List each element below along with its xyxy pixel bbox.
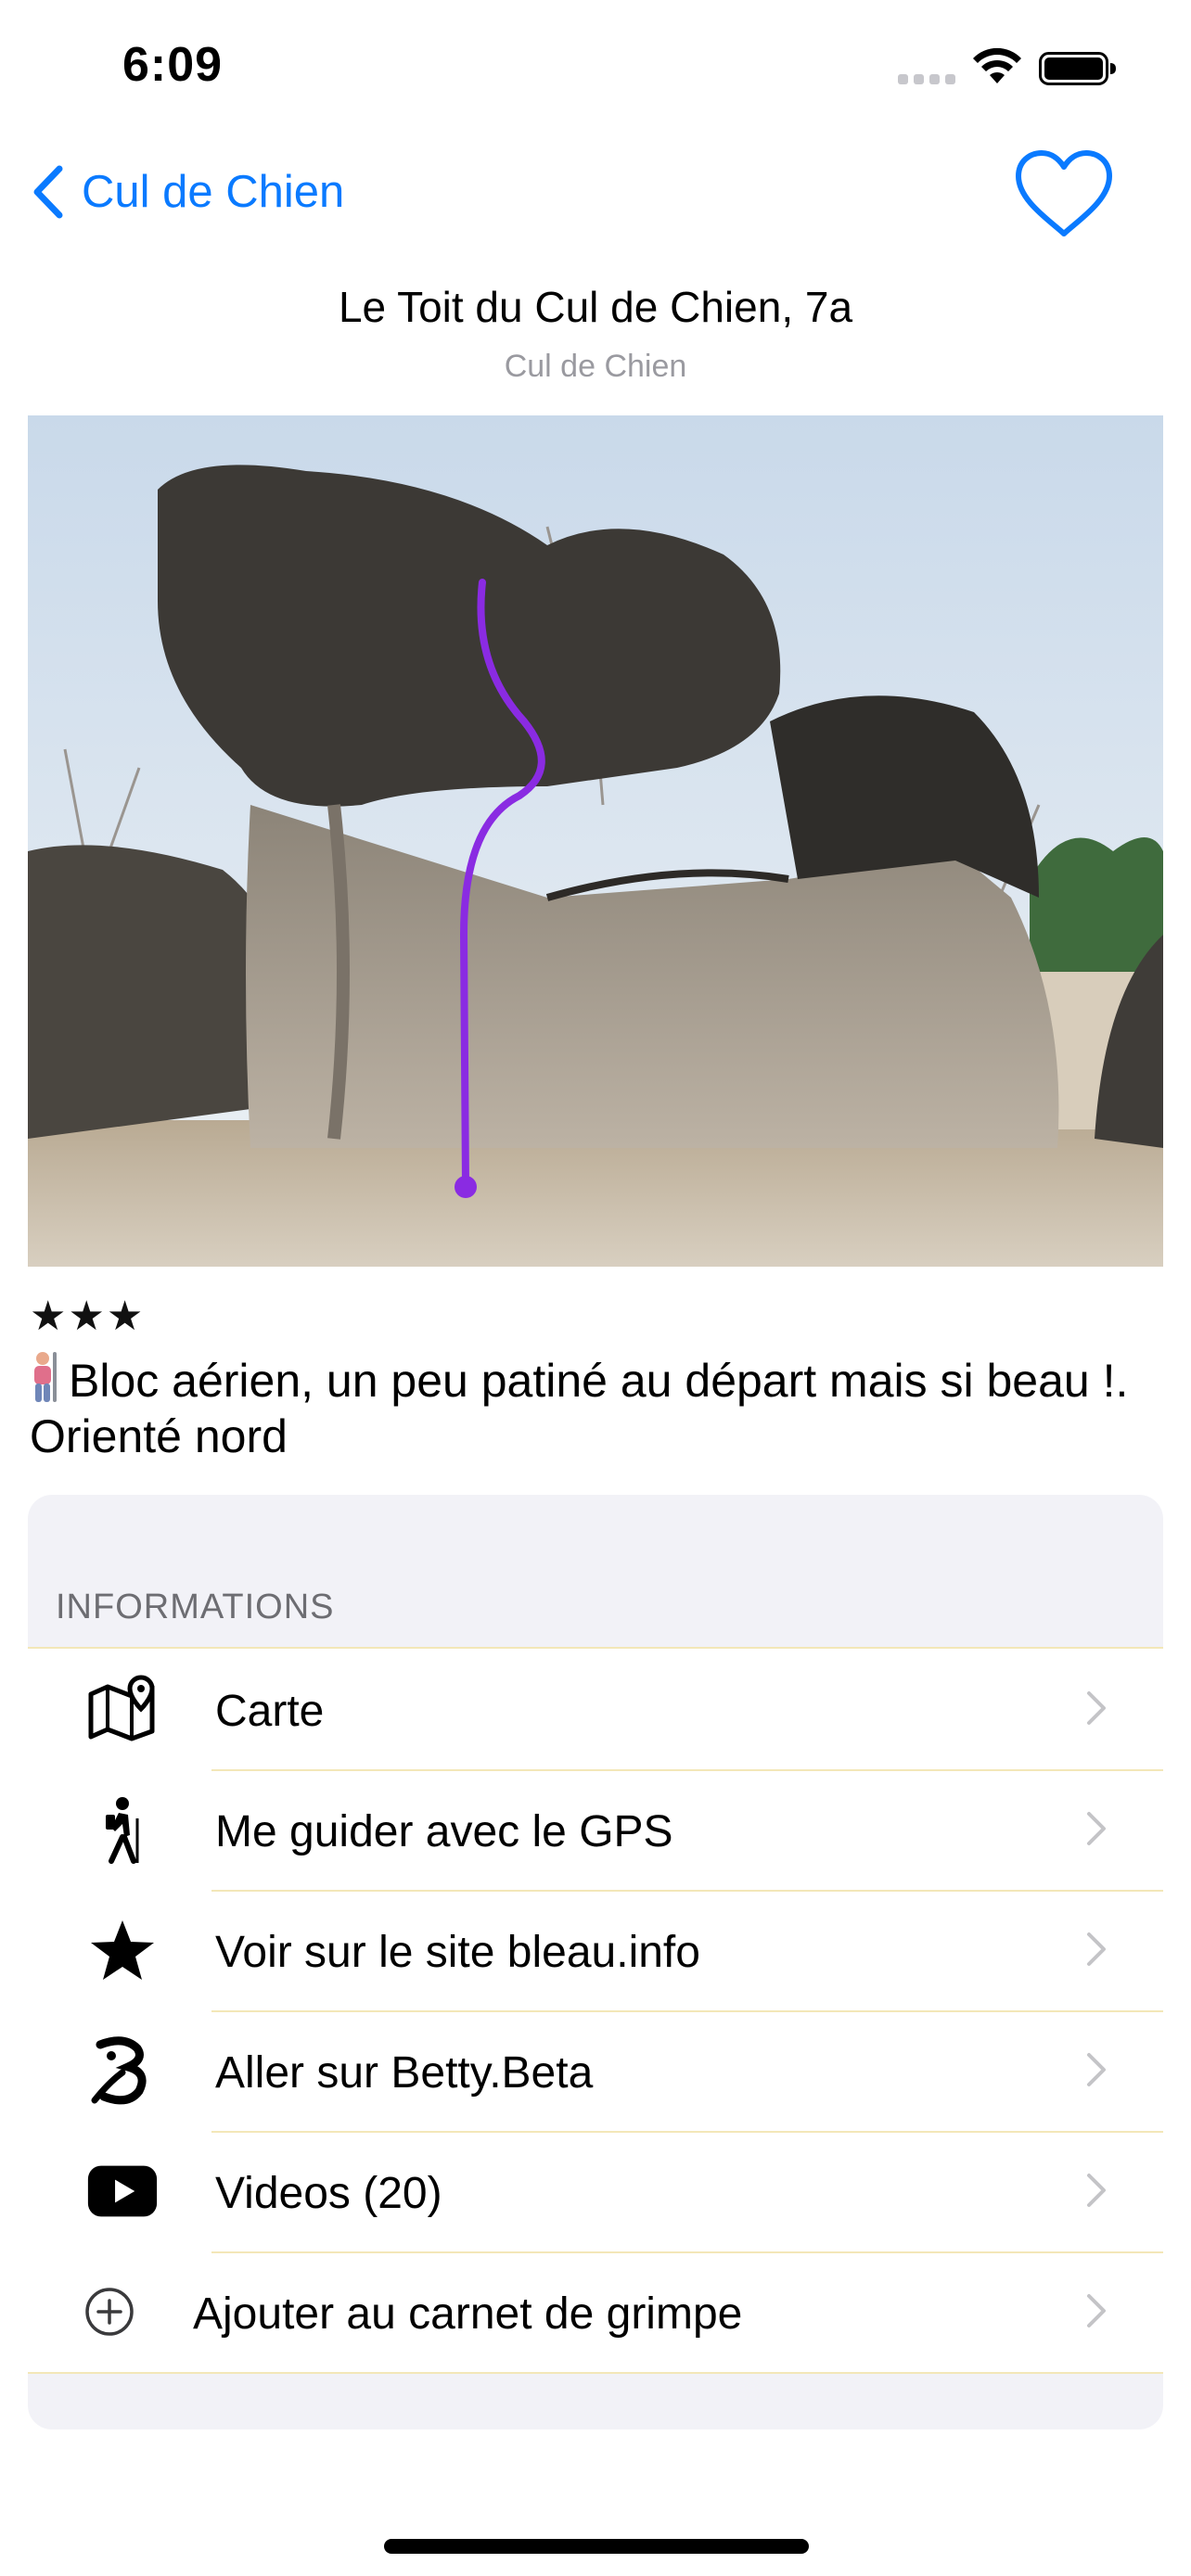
row-videos[interactable]: Videos (20) (28, 2131, 1163, 2251)
star-icon (87, 1915, 158, 1985)
row-label: Carte (215, 1687, 325, 1736)
chevron-left-icon (33, 165, 63, 219)
favorite-heart-icon[interactable] (1013, 148, 1115, 241)
section-header-informations: INFORMATIONS (56, 1588, 335, 1626)
boulder-topo-photo (28, 415, 1163, 1267)
description-text: Bloc aérien, un peu patiné au départ mai… (30, 1355, 1129, 1462)
problem-description: Bloc aérien, un peu patiné au départ mai… (30, 1350, 1180, 1464)
row-add-to-logbook[interactable]: Ajouter au carnet de grimpe (28, 2251, 1163, 2372)
chevron-right-icon (1087, 2174, 1106, 2207)
row-betty-beta[interactable]: Aller sur Betty.Beta (28, 2010, 1163, 2131)
problem-area: Cul de Chien (504, 349, 687, 384)
chevron-right-icon (1087, 2053, 1106, 2086)
row-label: Ajouter au carnet de grimpe (193, 2289, 743, 2339)
betty-beta-icon (87, 2035, 158, 2106)
map-icon (87, 1674, 158, 1744)
row-bleau-info[interactable]: Voir sur le site bleau.info (28, 1890, 1163, 2010)
battery-icon (1039, 52, 1116, 85)
screen: 6:09 Cul de Chien Le Toit du Cul de Chie… (0, 0, 1191, 2576)
row-label: Videos (20) (215, 2169, 442, 2218)
row-label: Voir sur le site bleau.info (215, 1928, 700, 1977)
row-label: Me guider avec le GPS (215, 1807, 673, 1856)
row-map[interactable]: Carte (28, 1649, 1163, 1769)
row-gps-guide[interactable]: Me guider avec le GPS (28, 1769, 1163, 1890)
chevron-right-icon (1087, 1932, 1106, 1966)
chevron-right-icon (1087, 1691, 1106, 1725)
home-indicator[interactable] (384, 2539, 809, 2554)
climber-emoji-icon (34, 1352, 57, 1402)
informations-list: Carte Me guider avec le GPS Voir sur le … (28, 1647, 1163, 2374)
back-button[interactable]: Cul de Chien (32, 159, 344, 224)
youtube-icon (87, 2156, 158, 2226)
row-label: Aller sur Betty.Beta (215, 2048, 594, 2098)
status-time: 6:09 (122, 38, 224, 92)
wifi-icon (973, 47, 1021, 83)
cellular-signal-icon (898, 74, 955, 85)
problem-title: Le Toit du Cul de Chien, 7a (338, 283, 853, 331)
chevron-right-icon (1087, 2294, 1106, 2327)
star-rating: ★★★ (30, 1294, 146, 1339)
chevron-right-icon (1087, 1812, 1106, 1845)
back-button-label: Cul de Chien (82, 167, 345, 217)
hiker-icon (87, 1794, 158, 1865)
plus-circle-icon (83, 2276, 135, 2347)
